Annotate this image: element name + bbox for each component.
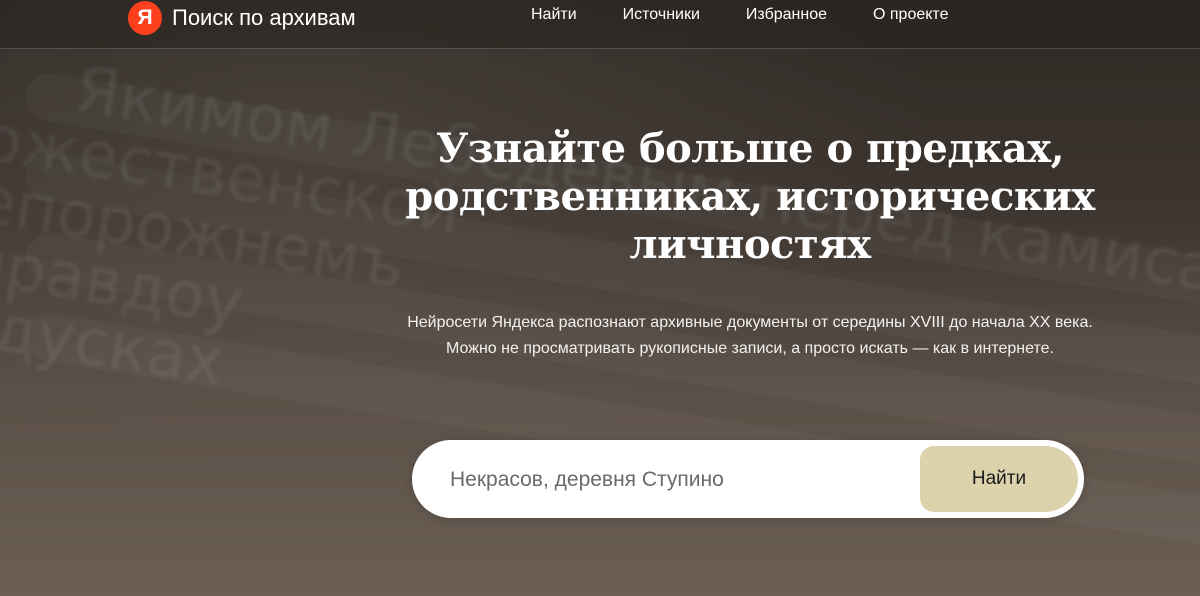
site-title[interactable]: Поиск по архивам	[172, 5, 356, 31]
nav-link-sources[interactable]: Источники	[623, 6, 700, 24]
hero-title-line: Узнайте больше о предках,	[435, 125, 1065, 172]
brand[interactable]: Я Поиск по архивам	[128, 1, 356, 35]
hero-subtitle-line: Можно не просматривать рукописные записи…	[446, 340, 1054, 357]
search-input[interactable]	[450, 462, 910, 498]
nav-link-find[interactable]: Найти	[531, 6, 577, 24]
hero-subtitle-line: Нейросети Яндекса распознают архивные до…	[407, 314, 1093, 331]
hero-title-line: родственниках, исторических	[405, 173, 1095, 220]
yandex-logo-icon[interactable]: Я	[128, 1, 162, 35]
hero-subtitle: Нейросети Яндекса распознают архивные до…	[350, 310, 1150, 362]
hero-title: Узнайте больше о предках, родственниках,…	[380, 125, 1120, 269]
main-nav: Найти Источники Избранное О проекте	[531, 6, 948, 24]
hero-title-line: личностях	[629, 221, 871, 268]
search-box: Найти	[412, 440, 1084, 518]
search-button[interactable]: Найти	[920, 446, 1078, 512]
top-header: Я Поиск по архивам Найти Источники Избра…	[0, 0, 1200, 49]
nav-link-about[interactable]: О проекте	[873, 6, 948, 24]
nav-link-favorites[interactable]: Избранное	[746, 6, 827, 24]
